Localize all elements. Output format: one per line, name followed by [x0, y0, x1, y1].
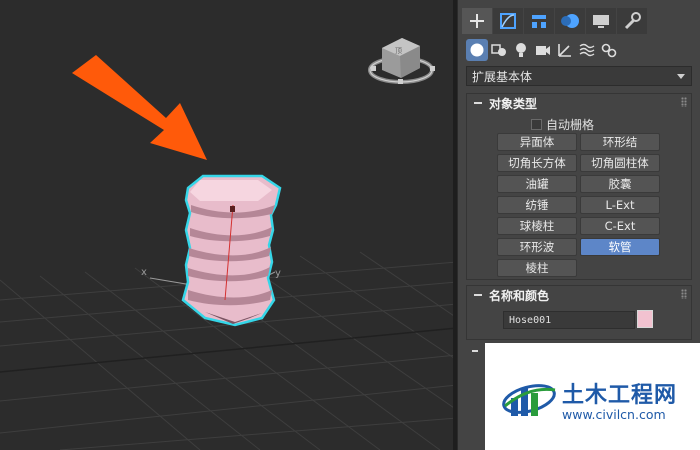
gengon-button[interactable]: 球棱柱	[497, 217, 577, 235]
hose-button[interactable]: 软管	[580, 238, 660, 256]
hose-object[interactable]	[181, 174, 282, 327]
systems-category[interactable]	[598, 39, 620, 61]
hierarchy-icon	[532, 15, 546, 28]
object-type-header[interactable]: 对象类型	[467, 94, 691, 112]
category-dropdown-value: 扩展基本体	[472, 70, 533, 84]
perspective-viewport[interactable]: x y 顶	[0, 0, 457, 450]
geometry-category[interactable]	[466, 39, 488, 61]
name-color-rollout: 名称和颜色 Hose001	[466, 285, 692, 340]
helpers-category[interactable]	[554, 39, 576, 61]
chamfer-box-button[interactable]: 切角长方体	[497, 154, 577, 172]
create-icon	[470, 14, 484, 28]
spacewarps-category[interactable]	[576, 39, 598, 61]
autogrid-checkbox[interactable]: 自动栅格	[531, 116, 594, 133]
utilities-icon	[624, 12, 641, 30]
lights-category[interactable]	[510, 39, 532, 61]
geometry-icon	[470, 43, 484, 57]
hedra-button[interactable]: 异面体	[497, 133, 577, 151]
cameras-icon	[536, 46, 550, 55]
helpers-icon	[558, 44, 571, 57]
motion-icon	[561, 14, 579, 28]
l-ext-button[interactable]: L-Ext	[580, 196, 660, 214]
object-name-field[interactable]: Hose001	[503, 311, 635, 329]
watermark: 土木工程网 www.civilcn.com	[485, 343, 700, 450]
command-panel-tabs	[462, 8, 648, 34]
category-dropdown[interactable]: 扩展基本体	[466, 66, 692, 86]
lights-icon	[516, 43, 526, 57]
modify-icon	[500, 13, 516, 29]
oil-tank-button[interactable]: 油罐	[497, 175, 577, 193]
chamfer-cyl-button[interactable]: 切角圆柱体	[580, 154, 660, 172]
grip-icon[interactable]	[681, 289, 687, 299]
torus-knot-button[interactable]: 环形结	[580, 133, 660, 151]
viewport-canvas: x y 顶	[0, 38, 457, 450]
create-tab[interactable]	[462, 8, 492, 34]
spacewarps-icon	[579, 43, 595, 57]
checkbox-box	[531, 119, 542, 130]
viewcube-face-label: 顶	[395, 47, 402, 55]
collapse-icon	[474, 294, 482, 296]
watermark-url: www.civilcn.com	[562, 407, 666, 422]
watermark-logo-icon	[502, 384, 556, 416]
collapse-icon[interactable]	[472, 350, 478, 352]
systems-icon	[601, 43, 617, 58]
orange-arrow	[72, 55, 207, 160]
collapse-icon	[474, 102, 482, 104]
axis-y-label: y	[275, 268, 281, 279]
spindle-button[interactable]: 纺锤	[497, 196, 577, 214]
object-color-swatch[interactable]	[637, 310, 653, 328]
ringwave-button[interactable]: 环形波	[497, 238, 577, 256]
shapes-icon	[491, 44, 506, 56]
c-ext-button[interactable]: C-Ext	[580, 217, 660, 235]
object-type-title: 对象类型	[489, 96, 538, 111]
modify-tab[interactable]	[493, 8, 523, 34]
name-color-header[interactable]: 名称和颜色	[467, 286, 691, 304]
capsule-button[interactable]: 胶囊	[580, 175, 660, 193]
prism-button[interactable]: 棱柱	[497, 259, 577, 277]
viewport-border	[453, 0, 457, 450]
hierarchy-tab[interactable]	[524, 8, 554, 34]
shapes-category[interactable]	[488, 39, 510, 61]
watermark-title: 土木工程网	[562, 383, 678, 408]
grip-icon[interactable]	[681, 97, 687, 107]
display-icon	[593, 15, 609, 28]
chevron-down-icon	[677, 74, 685, 79]
object-type-rollout: 对象类型 自动栅格 异面体 环形结 切角长方体 切角圆柱体 油罐 胶囊 纺锤 L…	[466, 93, 692, 280]
axis-x-label: x	[141, 267, 147, 278]
motion-tab[interactable]	[555, 8, 585, 34]
autogrid-label: 自动栅格	[546, 118, 595, 132]
name-color-title: 名称和颜色	[489, 288, 550, 303]
viewcube[interactable]: 顶	[368, 38, 435, 84]
category-row	[466, 38, 620, 62]
display-tab[interactable]	[586, 8, 616, 34]
cameras-category[interactable]	[532, 39, 554, 61]
utilities-tab[interactable]	[617, 8, 647, 34]
